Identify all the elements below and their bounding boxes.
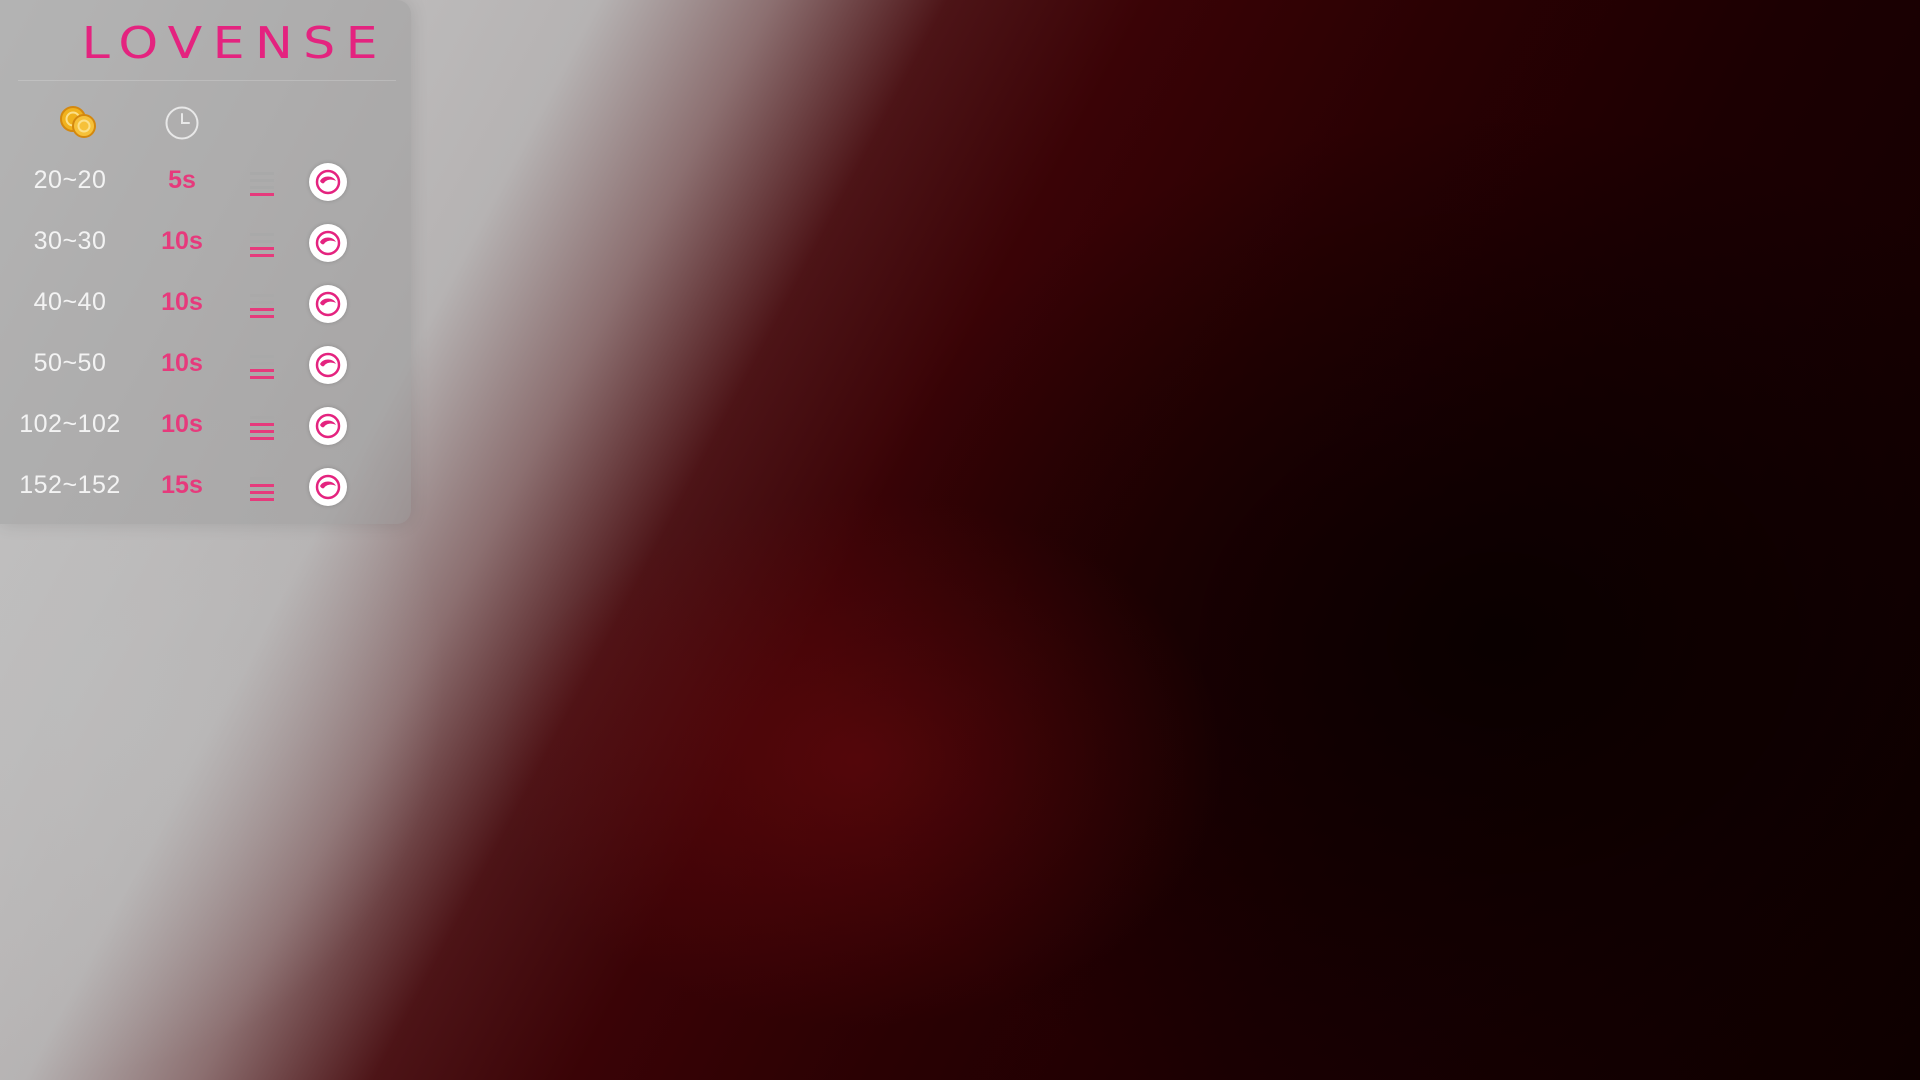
vibrate-toy-button[interactable] bbox=[309, 346, 347, 384]
intensity-medium-icon bbox=[250, 294, 274, 318]
tip-menu-header bbox=[0, 100, 411, 144]
token-range: 20~20 bbox=[33, 166, 107, 194]
vibrate-toy-icon bbox=[315, 169, 341, 195]
vibrate-toy-icon bbox=[315, 230, 341, 256]
vibrate-toy-button[interactable] bbox=[309, 407, 347, 445]
vibrate-toy-icon bbox=[315, 352, 341, 378]
panel-divider bbox=[18, 80, 396, 81]
tip-level-row: 30~30 10s bbox=[0, 213, 411, 274]
tip-level-row: 152~152 15s bbox=[0, 457, 411, 518]
intensity-low-icon bbox=[250, 172, 274, 196]
clock-icon bbox=[165, 106, 199, 140]
video-background: LOVENSE 20~20 5s 30~30 10s 40~40 10s 50~… bbox=[0, 0, 1920, 1080]
vibrate-toy-icon bbox=[315, 291, 341, 317]
tip-level-row: 102~102 10s bbox=[0, 396, 411, 457]
token-range: 30~30 bbox=[33, 227, 107, 255]
vibration-duration: 10s bbox=[161, 227, 203, 255]
vibration-duration: 15s bbox=[161, 471, 203, 499]
token-range: 152~152 bbox=[19, 471, 121, 499]
coins-icon bbox=[60, 106, 96, 138]
tip-level-row: 50~50 10s bbox=[0, 335, 411, 396]
tip-level-row: 20~20 5s bbox=[0, 152, 411, 213]
token-range: 40~40 bbox=[33, 288, 107, 316]
vibrate-toy-button[interactable] bbox=[309, 224, 347, 262]
intensity-high-icon bbox=[250, 416, 274, 440]
vibration-duration: 10s bbox=[161, 410, 203, 438]
intensity-high-icon bbox=[250, 477, 274, 501]
vibrate-toy-button[interactable] bbox=[309, 285, 347, 323]
vibrate-toy-icon bbox=[315, 413, 341, 439]
vibrate-toy-icon bbox=[315, 474, 341, 500]
vibration-duration: 10s bbox=[161, 288, 203, 316]
intensity-medium-icon bbox=[250, 233, 274, 257]
token-range: 50~50 bbox=[33, 349, 107, 377]
token-range: 102~102 bbox=[19, 410, 121, 438]
vibration-duration: 10s bbox=[161, 349, 203, 377]
lovense-logo: LOVENSE bbox=[81, 17, 388, 69]
tip-level-row: 40~40 10s bbox=[0, 274, 411, 335]
intensity-medium-icon bbox=[250, 355, 274, 379]
vibration-duration: 5s bbox=[168, 166, 196, 194]
vibrate-toy-button[interactable] bbox=[309, 468, 347, 506]
tip-menu-panel: LOVENSE 20~20 5s 30~30 10s 40~40 10s 50~… bbox=[0, 0, 411, 524]
vibrate-toy-button[interactable] bbox=[309, 163, 347, 201]
tip-levels-list: 20~20 5s 30~30 10s 40~40 10s 50~50 10s 1… bbox=[0, 152, 411, 518]
